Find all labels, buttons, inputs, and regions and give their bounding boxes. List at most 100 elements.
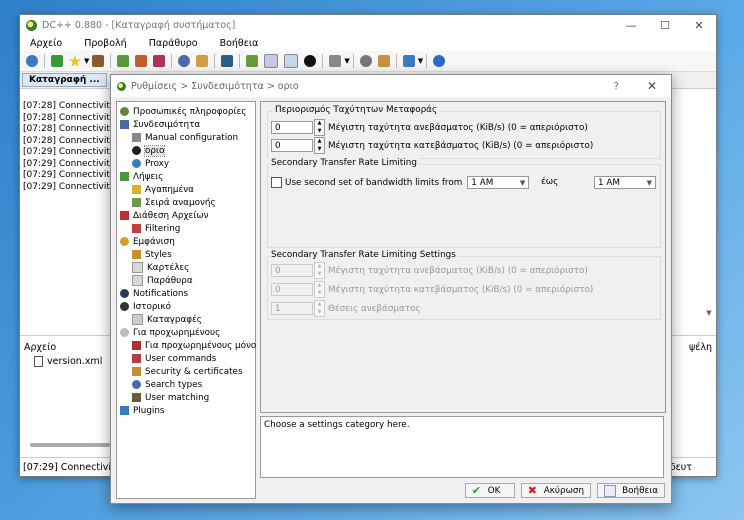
connect-icon[interactable] (26, 55, 38, 67)
ok-button[interactable]: ✔ OK (464, 483, 515, 498)
tree-item-sharing[interactable]: Διάθεση Αρχείων (120, 209, 209, 222)
tree-item-appearance[interactable]: Εμφάνιση (120, 235, 175, 248)
tree-item-proxy[interactable]: Proxy (132, 157, 169, 170)
upload-limit-spinner[interactable]: ▲ ▼ (314, 119, 325, 136)
bell-icon (120, 289, 129, 298)
dialog-close-button[interactable]: ✕ (647, 79, 657, 93)
tree-item-downloads[interactable]: Λήψεις (120, 170, 163, 183)
menu-view[interactable]: Προβολή (84, 38, 127, 49)
upload-limit-input[interactable]: 0 (271, 121, 313, 134)
file-icon (34, 356, 43, 367)
close-button[interactable]: ✕ (682, 19, 716, 32)
globe-icon (132, 159, 141, 168)
secondary-download-spinner[interactable]: ▲ ▼ (314, 281, 325, 298)
plugins-icon[interactable] (402, 55, 415, 67)
secondary-slots-row: 1 ▲ ▼ Θέσεις ανεβάσματος (271, 300, 421, 317)
queue-icon[interactable] (117, 55, 130, 67)
download-limit-label: Μέγιστη ταχύτητα κατεβάσματος (KiB/s) (0… (328, 140, 594, 151)
tree-item-advanced[interactable]: Για προχωρημένους (120, 326, 220, 339)
tree-item-plugins[interactable]: Plugins (120, 404, 165, 417)
users-icon[interactable] (92, 55, 105, 67)
help-icon[interactable] (433, 55, 446, 67)
plugins-dropdown-icon[interactable]: ▼ (418, 57, 423, 65)
open-file-list-icon[interactable] (246, 55, 259, 67)
download-limit-input[interactable]: 0 (271, 139, 313, 152)
tree-item-expert[interactable]: Για προχωρημένους μόνο (132, 339, 256, 352)
tree-item-search-types[interactable]: Search types (132, 378, 202, 391)
notepad-icon[interactable] (264, 54, 279, 68)
secondary-limits-checkbox-label[interactable]: Use second set of bandwidth limits from (285, 178, 462, 188)
palette-icon (132, 250, 141, 259)
column-header-file[interactable]: Αρχείο (24, 342, 56, 353)
download-limit-spinner[interactable]: ▲ ▼ (314, 137, 325, 154)
tree-item-limit[interactable]: οριο (132, 144, 166, 157)
help-description-box: Choose a settings category here. (260, 416, 664, 478)
menu-file[interactable]: Αρχείο (30, 38, 62, 49)
tree-item-manual-config[interactable]: Manual configuration (132, 131, 238, 144)
minimize-button[interactable]: — (614, 19, 648, 32)
hash-progress-icon[interactable] (329, 55, 342, 67)
secondary-slots-spinner[interactable]: ▲ ▼ (314, 300, 325, 317)
tree-item-personal[interactable]: Προσωπικές πληροφορίες (120, 105, 246, 118)
tree-item-styles[interactable]: Styles (132, 248, 172, 261)
tree-item-user-matching[interactable]: User matching (132, 391, 209, 404)
help-button[interactable]: Βοήθεια (597, 483, 665, 498)
limit-icon (132, 146, 141, 155)
log-line: [07:29] Connectivity (23, 170, 116, 180)
scroll-down-icon[interactable]: ▼ (705, 309, 713, 317)
horizontal-scrollbar[interactable] (30, 443, 110, 447)
secondary-download-label: Μέγιστη ταχύτητα κατεβάσματος (KiB/s) (0… (328, 284, 594, 295)
favorites-dropdown-icon[interactable]: ▼ (84, 57, 89, 65)
log-line: [07:28] Connectivity (23, 135, 116, 146)
secondary-slots-input[interactable]: 1 (271, 302, 313, 315)
secondary-to-select[interactable]: 1 AM ▼ (594, 176, 656, 189)
system-log-icon[interactable] (284, 54, 299, 68)
tree-item-security[interactable]: Security & certificates (132, 365, 243, 378)
secondary-upload-input[interactable]: 0 (271, 264, 313, 277)
tree-item-favorites[interactable]: Αγαπημένα (132, 183, 194, 196)
secondary-download-row: 0 ▲ ▼ Μέγιστη ταχύτητα κατεβάσματος (KiB/… (271, 281, 593, 298)
search-icon[interactable] (178, 55, 191, 67)
adl-search-icon[interactable] (221, 55, 234, 67)
tree-item-logs[interactable]: Καταγραφές (132, 313, 202, 326)
tabs-icon (132, 262, 143, 273)
tree-item-connectivity[interactable]: Συνδεσιμότητα (120, 118, 200, 131)
tree-item-notifications[interactable]: Notifications (120, 287, 188, 300)
secondary-from-select[interactable]: 1 AM ▼ (467, 176, 530, 189)
toolbar: ▼ ▼ ▼ (20, 51, 716, 72)
log-icon (132, 314, 143, 325)
menu-window[interactable]: Παράθυρο (149, 38, 198, 49)
secondary-upload-spinner[interactable]: ▲ ▼ (314, 262, 325, 279)
tree-item-user-commands[interactable]: User commands (132, 352, 216, 365)
finished-icon[interactable] (135, 55, 148, 67)
tree-item-tabs[interactable]: Καρτέλες (132, 261, 189, 274)
network-stats-icon[interactable] (377, 55, 390, 67)
search-spy-icon[interactable] (196, 55, 209, 67)
chevron-down-icon: ▼ (519, 178, 526, 187)
tree-item-queue[interactable]: Σειρά αναμονής (132, 196, 216, 209)
window-icon (132, 275, 143, 286)
secondary-download-input[interactable]: 0 (271, 283, 313, 296)
tab-system-log[interactable]: Καταγραφή ... (22, 73, 107, 87)
hash-dropdown-icon[interactable]: ▼ (344, 57, 349, 65)
dialog-help-button[interactable]: ? (614, 81, 619, 92)
dialog-buttons: ✔ OK ✖ Ακύρωση Βοήθεια (459, 483, 665, 498)
cancel-button[interactable]: ✖ Ακύρωση (520, 483, 592, 498)
away-icon[interactable] (304, 55, 317, 67)
plugin-icon (120, 406, 129, 415)
tree-item-filtering[interactable]: Filtering (132, 222, 180, 235)
maximize-button[interactable]: ☐ (648, 19, 682, 32)
secondary-limits-checkbox[interactable] (271, 177, 282, 188)
log-scrollbar[interactable]: ▼ (705, 89, 713, 317)
tree-item-windows[interactable]: Παράθυρα (132, 274, 193, 287)
list-item[interactable]: version.xml (34, 356, 102, 367)
settings-gear-icon[interactable] (359, 55, 372, 67)
upload-icon[interactable] (153, 55, 166, 67)
favorites-star-icon[interactable] (69, 55, 81, 67)
menu-help[interactable]: Βοήθεια (220, 38, 259, 49)
column-header-right[interactable]: ψέλη (689, 342, 712, 353)
dialog-logo-icon (117, 81, 126, 91)
log-line: [07:29] Connectivity (23, 181, 116, 192)
refresh-icon[interactable] (51, 55, 63, 67)
tree-item-history[interactable]: Ιστορικό (120, 300, 171, 313)
